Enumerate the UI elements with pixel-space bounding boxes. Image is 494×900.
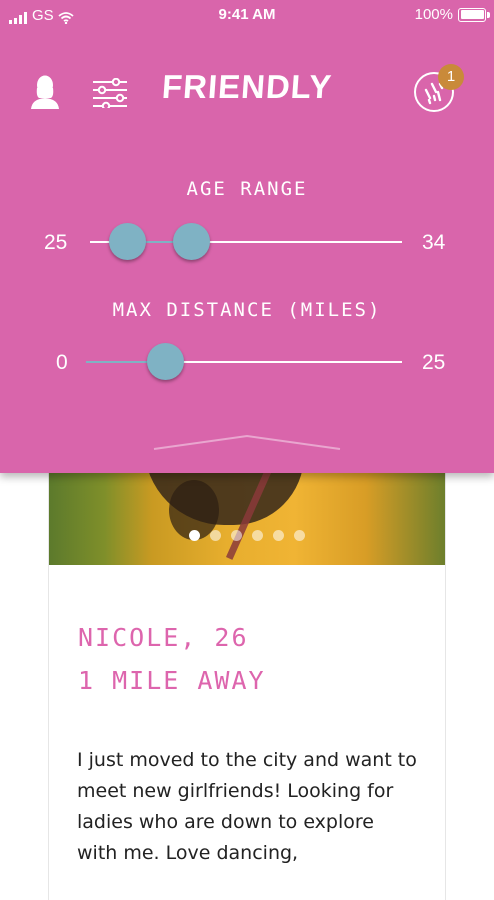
photo-dot-4[interactable] xyxy=(252,530,263,541)
filter-panel: FRIENDLY 1 AGE RANGE 25 34 MAX DISTANCE … xyxy=(0,0,494,473)
age-max-value: 34 xyxy=(422,231,446,254)
photo-dot-3[interactable] xyxy=(231,530,242,541)
photo-dot-6[interactable] xyxy=(294,530,305,541)
max-distance-label: MAX DISTANCE (MILES) xyxy=(112,299,382,321)
notification-badge: 1 xyxy=(438,64,464,90)
profile-card[interactable]: NICOLE, 26 1 MILE AWAY I just moved to t… xyxy=(48,440,446,900)
photo-dot-1[interactable] xyxy=(189,530,200,541)
battery-icon xyxy=(458,7,490,22)
age-min-value: 25 xyxy=(44,231,68,254)
collapse-handle-icon[interactable] xyxy=(152,433,342,453)
photo-pagination xyxy=(49,530,445,541)
max-distance-thumb[interactable] xyxy=(147,343,184,380)
photo-dot-2[interactable] xyxy=(210,530,221,541)
profile-distance: 1 MILE AWAY xyxy=(78,666,266,695)
profile-name-age: NICOLE, 26 xyxy=(78,623,249,652)
battery-percent: 100% xyxy=(414,6,453,23)
age-min-thumb[interactable] xyxy=(109,223,146,260)
age-range-label: AGE RANGE xyxy=(186,178,308,200)
photo-dot-5[interactable] xyxy=(273,530,284,541)
status-bar: GS 9:41 AM 100% xyxy=(0,0,494,30)
distance-max-value: 25 xyxy=(422,351,446,374)
profile-bio: I just moved to the city and want to mee… xyxy=(77,749,417,864)
age-max-thumb[interactable] xyxy=(173,223,210,260)
distance-min-value: 0 xyxy=(56,351,68,374)
